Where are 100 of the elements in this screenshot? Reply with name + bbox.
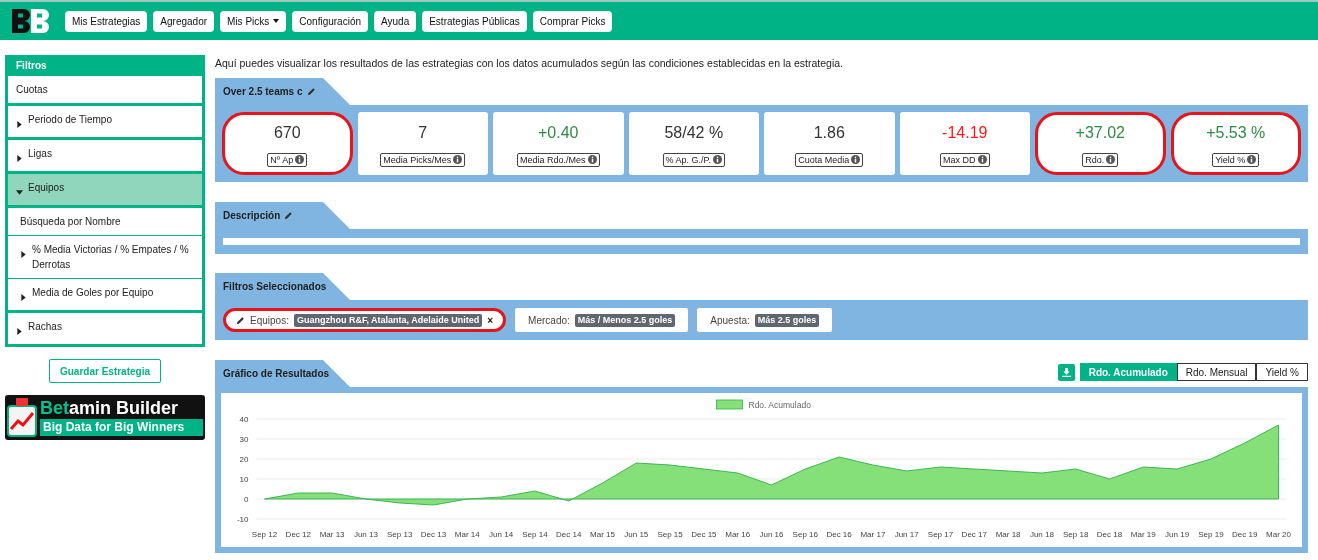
chip-value: Guangzhou R&F, Atalanta, Adelaide United	[293, 313, 483, 327]
pencil-icon[interactable]	[236, 315, 245, 325]
x-tick-label: Dec 17	[961, 530, 987, 539]
info-icon	[1106, 155, 1116, 164]
stat-value: 1.86	[813, 122, 845, 143]
chip-label: Mercado:	[528, 313, 570, 328]
filter-label: Ligas	[28, 147, 52, 161]
nav-button[interactable]: Mis Picks	[220, 10, 287, 32]
filter-item[interactable]: Periodo de Tiempo	[8, 106, 202, 137]
caret-icon	[273, 19, 280, 23]
nav-button[interactable]: Ayuda	[374, 10, 417, 32]
edit-icon[interactable]	[306, 87, 316, 96]
y-tick-label: 30	[239, 435, 249, 444]
description-field[interactable]	[223, 238, 1300, 245]
filter-item[interactable]: Búsqueda por Nombre	[8, 208, 202, 235]
x-tick-label: Jun 19	[1165, 530, 1190, 539]
x-tick-label: Mar 17	[860, 530, 886, 539]
x-tick-label: Sep 13	[387, 530, 413, 539]
filter-item[interactable]: Ligas	[8, 140, 202, 171]
chip-label: Equipos:	[250, 313, 289, 328]
logo-icon	[12, 9, 50, 33]
view-tab[interactable]: Yield %	[1256, 363, 1308, 381]
x-tick-label: Sep 19	[1198, 530, 1224, 539]
x-tick-label: Mar 19	[1130, 530, 1156, 539]
banner-title: Betamin Builder	[40, 397, 180, 419]
x-tick-label: Mar 18	[995, 530, 1021, 539]
x-tick-label: Jun 17	[894, 530, 919, 539]
y-tick-label: 40	[239, 415, 249, 424]
info-icon	[295, 155, 305, 164]
filters-title: Filtros	[15, 59, 48, 73]
x-tick-label: Mar 16	[725, 530, 751, 539]
filter-label: Cuotas	[16, 83, 48, 97]
banner-tagline: Big Data for Big Winners	[40, 419, 203, 436]
x-tick-label: Sep 18	[1063, 530, 1089, 539]
nav-button[interactable]: Estrategias Públicas	[422, 10, 527, 32]
x-tick-label: Dec 14	[556, 530, 582, 539]
nav-button[interactable]: Comprar Picks	[532, 10, 613, 32]
x-tick-label: Dec 12	[285, 530, 311, 539]
section-title: Filtros Seleccionados	[223, 280, 327, 294]
x-tick-label: Sep 12	[251, 530, 278, 539]
stat-label: Media Rdo./Mes	[517, 152, 600, 167]
chip-value: Más 2.5 goles	[754, 313, 820, 327]
x-tick-label: Dec 16	[826, 530, 852, 539]
nav-button[interactable]: Configuración	[292, 10, 368, 32]
filter-label: Media de Goles por Equipo	[32, 286, 154, 300]
bottle-chart-icon	[7, 397, 37, 437]
x-tick-label: Sep 16	[792, 530, 818, 539]
y-tick-label: 0	[244, 495, 249, 504]
info-icon	[977, 155, 987, 164]
chip-value: Más / Menos 2.5 goles	[574, 313, 676, 327]
info-icon	[712, 155, 722, 164]
x-tick-label: Jun 18	[1029, 530, 1054, 539]
x-tick-label: Mar 15	[590, 530, 615, 539]
filter-item[interactable]: Equipos	[8, 174, 202, 205]
x-tick-label: Dec 15	[691, 530, 717, 539]
view-tab[interactable]: Rdo. Mensual	[1176, 363, 1257, 381]
nav-button[interactable]: Mis Estrategias	[65, 10, 148, 32]
remove-button[interactable]: ×	[487, 312, 494, 328]
info-icon	[1247, 155, 1257, 164]
edit-icon[interactable]	[284, 211, 294, 220]
legend-swatch	[716, 399, 743, 410]
stat-value: +0.40	[538, 122, 579, 143]
stat-label: Max DD	[940, 152, 990, 167]
nav-button[interactable]: Agregador	[153, 10, 215, 32]
x-tick-label: Dec 19	[1232, 530, 1258, 539]
download-icon	[1061, 367, 1071, 377]
filter-item[interactable]: % Media Victorias / % Empates / % Derrotas	[8, 236, 202, 278]
stat-label: Nº Ap	[267, 152, 308, 167]
stat-value: +5.53 %	[1206, 122, 1266, 143]
info-icon	[587, 155, 597, 164]
section-title: Descripción	[223, 209, 281, 223]
stat-value: 670	[273, 122, 301, 143]
x-tick-label: Sep 14	[522, 530, 548, 539]
download-button[interactable]	[1057, 363, 1075, 381]
stat-label: Yield %	[1212, 152, 1260, 167]
intro-text: Aquí puedes visualizar los resultados de las estrategias con los datos acumulados según las condiciones establecidas en la estrategia.	[215, 56, 845, 71]
filter-label: % Media Victorias / % Empates / % Derrotas	[32, 243, 190, 272]
filter-item[interactable]: Cuotas	[8, 76, 202, 103]
info-icon	[453, 155, 463, 164]
stat-label: % Ap. G./P.	[662, 152, 725, 167]
x-tick-label: Mar 20	[1266, 530, 1291, 539]
x-tick-label: Dec 13	[420, 530, 447, 539]
filter-item[interactable]: Rachas	[8, 313, 202, 344]
x-tick-label: Jun 16	[759, 530, 784, 539]
filter-label: Búsqueda por Nombre	[20, 215, 121, 229]
x-tick-label: Jun 14	[489, 530, 514, 539]
x-tick-label: Dec 18	[1096, 530, 1123, 539]
filter-label: Periodo de Tiempo	[28, 113, 112, 127]
stat-value: 7	[418, 122, 428, 143]
stat-label: Cuota Media	[795, 152, 864, 167]
info-icon	[851, 155, 861, 164]
stat-label: Media Picks/Mes	[380, 152, 466, 167]
x-tick-label: Mar 14	[454, 530, 480, 539]
y-tick-label: 20	[239, 455, 249, 464]
filter-label: Rachas	[28, 320, 62, 334]
legend-label: Rdo. Acumulado	[748, 400, 811, 410]
x-tick-label: Jun 13	[353, 530, 378, 539]
y-tick-label: 10	[239, 475, 249, 484]
filter-item[interactable]: Media de Goles por Equipo	[8, 279, 202, 310]
x-tick-label: Sep 17	[927, 530, 954, 539]
